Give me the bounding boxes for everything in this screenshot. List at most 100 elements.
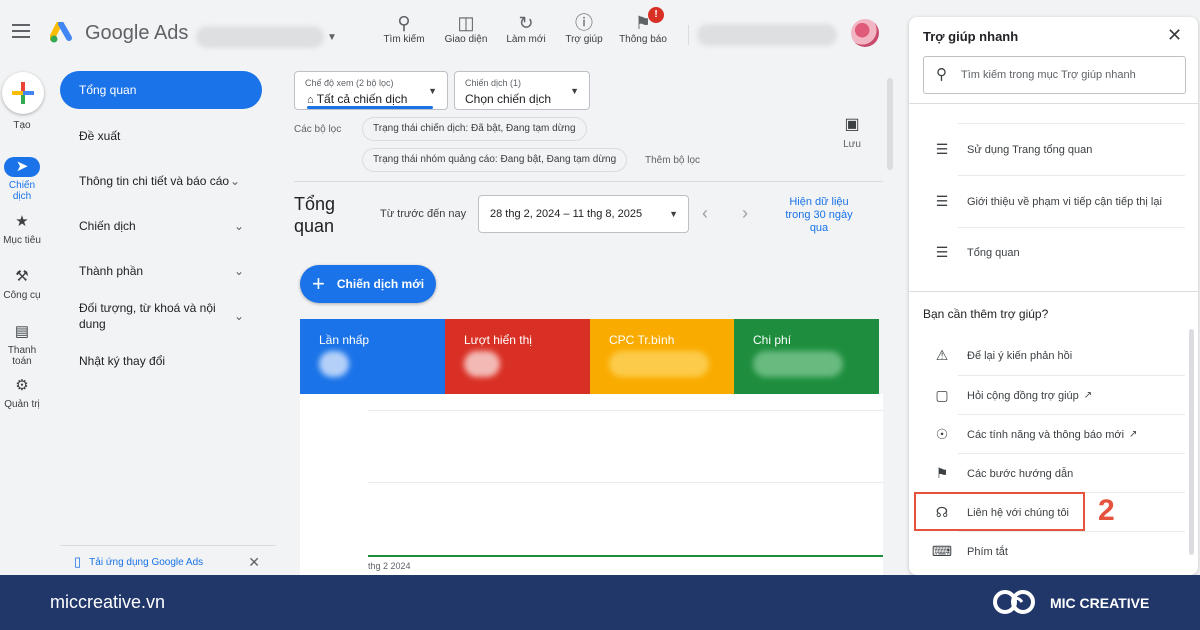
help-option-new-features[interactable]: ☉ Các tính năng và thông báo mới ↗ (931, 426, 1185, 443)
refresh-tool-label: Làm mới (506, 34, 546, 45)
article-icon: ☰ (935, 141, 949, 157)
next-period-icon[interactable]: › (742, 203, 748, 224)
nav-item-label: Thông tin chi tiết và báo cáo (79, 174, 230, 188)
top-header: Google Ads ▼ ⚲ Tìm kiếm ◫ Giao diện ↻ Là… (0, 0, 897, 66)
nav-item-recommendations[interactable]: Đề xuất (60, 127, 262, 145)
divider (958, 175, 1185, 176)
help-tool-button[interactable]: ⓘ Trợ giúp (554, 12, 614, 45)
divider (294, 181, 883, 182)
metric-tile-impressions[interactable]: Lượt hiển thị (445, 319, 590, 394)
appearance-tool-button[interactable]: ◫ Giao diện (436, 12, 496, 45)
external-link-icon: ↗ (1129, 429, 1138, 440)
help-search-input[interactable]: ⚲ Tìm kiếm trong mục Trợ giúp nhanh (923, 56, 1186, 94)
bell-icon: ⚑ (634, 13, 652, 33)
close-icon[interactable]: ✕ (248, 554, 260, 571)
add-filter-link[interactable]: Thêm bộ lọc (645, 155, 700, 166)
help-article[interactable]: ☰ Giới thiệu về phạm vi tiếp cận tiếp th… (931, 193, 1185, 210)
notification-badge: ! (648, 7, 664, 23)
nav-item-campaigns[interactable]: Chiến dịch ⌄ (60, 217, 262, 235)
appearance-tool-label: Giao diện (444, 34, 488, 45)
app-download-banner[interactable]: ▯ Tải ứng dụng Google Ads ✕ (60, 545, 276, 578)
metric-label: Lần nhấp (319, 333, 370, 347)
metric-value-redacted (319, 351, 349, 377)
tools-icon: ⚒ (15, 268, 29, 285)
nav-item-audiences[interactable]: Đối tượng, từ khoá và nội dung ⌄ (60, 299, 262, 333)
product-name: Google Ads (85, 22, 189, 44)
avatar[interactable] (851, 19, 879, 47)
phone-icon: ▯ (74, 554, 82, 569)
page-title: Tổng quan (294, 194, 336, 236)
save-button[interactable]: ▣ Lưu (838, 114, 866, 152)
account-selector[interactable] (196, 26, 324, 48)
view-mode-value-text: Tất cả chiến dịch (316, 92, 408, 106)
help-article[interactable]: ☰ Tổng quan (931, 244, 1185, 261)
plus-icon: + (312, 271, 325, 296)
filter-chip-campaign-status[interactable]: Trạng thái chiến dịch: Đã bật, Đang tạm … (362, 117, 587, 141)
chevron-down-icon: ⌄ (233, 309, 244, 323)
menu-icon[interactable] (12, 24, 30, 38)
mic-creative-logo-icon (993, 590, 1035, 614)
help-option-walkthroughs[interactable]: ⚑ Các bước hướng dẫn (931, 465, 1185, 482)
nav-item-label: Đối tượng, từ khoá và nội dung (79, 301, 216, 331)
new-campaign-button[interactable]: + Chiến dịch mới (300, 265, 436, 303)
filter-chip-adgroup-status[interactable]: Trạng thái nhóm quảng cáo: Đang bật, Đan… (362, 148, 628, 172)
help-tool-label: Trợ giúp (565, 34, 603, 45)
help-article-label: Sử dụng Trang tổng quan (967, 143, 1093, 156)
new-campaign-label: Chiến dịch mới (336, 277, 425, 291)
google-ads-logo-icon (50, 22, 72, 43)
metric-tile-clicks[interactable]: Lần nhấp (300, 319, 445, 394)
rail-item-billing[interactable]: ▤ Thanh toán (0, 322, 44, 367)
view-mode-dropdown[interactable]: Chế độ xem (2 bộ lọc) ⌂ Tất cả chiến dịc… (294, 71, 448, 110)
help-article[interactable]: ☰ Sử dụng Trang tổng quan (931, 141, 1185, 158)
nav-item-overview[interactable]: Tổng quan (60, 71, 262, 109)
caret-down-icon: ▼ (669, 209, 678, 219)
date-range-picker[interactable]: 28 thg 2, 2024 – 11 thg 8, 2025 ▼ (478, 195, 689, 233)
search-icon: ⚲ (397, 13, 411, 33)
nav-item-insights[interactable]: Thông tin chi tiết và báo cáo ⌄ (60, 172, 262, 190)
metric-tile-avg-cpc[interactable]: CPC Tr.bình (590, 319, 734, 394)
create-button[interactable] (2, 72, 44, 114)
help-scrollbar[interactable] (1189, 329, 1194, 555)
help-option-feedback[interactable]: ⚠ Để lại ý kiến phản hồi (931, 347, 1185, 364)
help-title: Trợ giúp nhanh (923, 29, 1019, 44)
notifications-tool-button[interactable]: ⚑ ! Thông báo (613, 7, 673, 45)
help-option-label: Để lại ý kiến phản hồi (967, 349, 1073, 362)
last-30-days-link[interactable]: Hiện dữ liệu trong 30 ngày qua (778, 196, 860, 235)
divider (958, 531, 1185, 532)
help-search-placeholder: Tìm kiếm trong mục Trợ giúp nhanh (961, 69, 1136, 81)
help-option-community[interactable]: ▢ Hỏi cộng đồng trợ giúp ↗ (931, 387, 1185, 404)
prev-period-icon[interactable]: ‹ (702, 203, 708, 224)
main-scrollbar[interactable] (887, 78, 893, 170)
rail-item-admin[interactable]: ⚙ Quản trị (0, 376, 44, 410)
campaign-label: Chiến dịch (1) (465, 78, 522, 88)
appearance-icon: ◫ (457, 13, 475, 33)
forum-icon: ▢ (935, 387, 949, 403)
metric-label: CPC Tr.bình (609, 333, 675, 347)
nav-item-change-history[interactable]: Nhật ký thay đổi (60, 352, 262, 370)
notifications-tool-label: Thông báo (619, 34, 667, 45)
help-option-label: Các tính năng và thông báo mới (967, 428, 1125, 441)
nav-item-label: Đề xuất (79, 129, 121, 143)
campaign-dropdown[interactable]: Chiến dịch (1) Chọn chiến dịch ▼ (454, 71, 590, 110)
search-tool-button[interactable]: ⚲ Tìm kiếm (374, 12, 434, 45)
help-option-shortcuts[interactable]: ⌨ Phím tắt (931, 543, 1185, 560)
series-line (368, 555, 883, 557)
new-features-icon: ☉ (935, 426, 949, 442)
filters-label: Các bộ lọc (294, 124, 342, 135)
rail-item-goals[interactable]: ★ Mục tiêu (0, 212, 44, 246)
metric-tile-cost[interactable]: Chi phí (734, 319, 879, 394)
divider (909, 291, 1198, 292)
account-caret-icon[interactable]: ▼ (327, 32, 337, 43)
nav-item-label: Tổng quan (79, 83, 137, 97)
external-link-icon: ↗ (1083, 390, 1093, 401)
close-icon[interactable]: ✕ (1167, 25, 1182, 46)
rail-item-tools[interactable]: ⚒ Công cụ (0, 267, 44, 301)
nav-item-assets[interactable]: Thành phần ⌄ (60, 262, 262, 280)
rail-item-campaigns[interactable]: ➤ Chiến dịch (0, 157, 44, 202)
help-option-label: Các bước hướng dẫn (967, 467, 1074, 480)
search-icon: ⚲ (936, 66, 947, 83)
metric-value-redacted (753, 351, 843, 377)
divider (958, 453, 1185, 454)
refresh-tool-button[interactable]: ↻ Làm mới (496, 12, 556, 45)
divider (958, 123, 1185, 124)
